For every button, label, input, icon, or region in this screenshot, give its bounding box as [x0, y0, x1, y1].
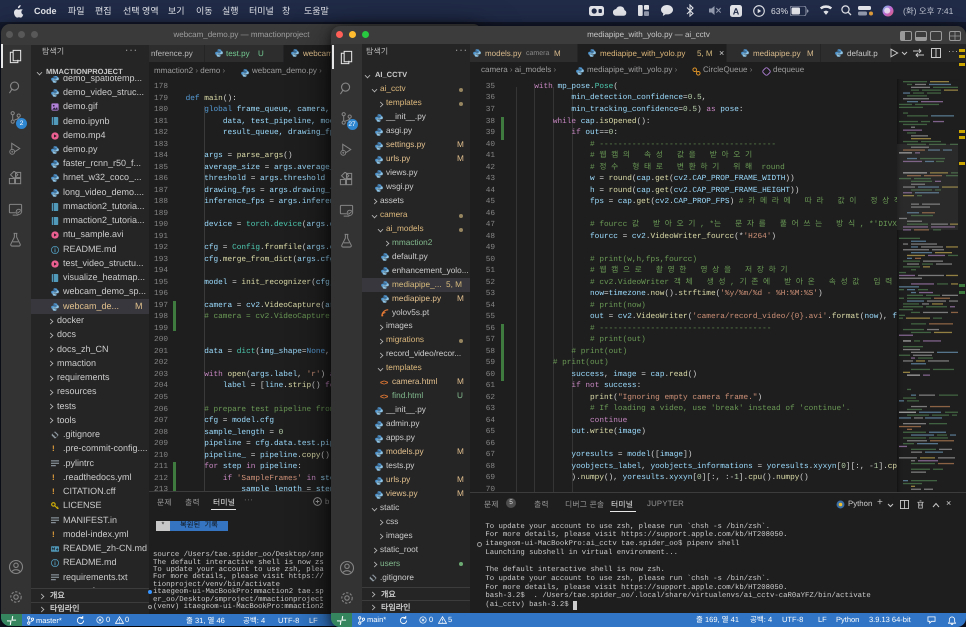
svg-text:A: A	[733, 6, 740, 16]
